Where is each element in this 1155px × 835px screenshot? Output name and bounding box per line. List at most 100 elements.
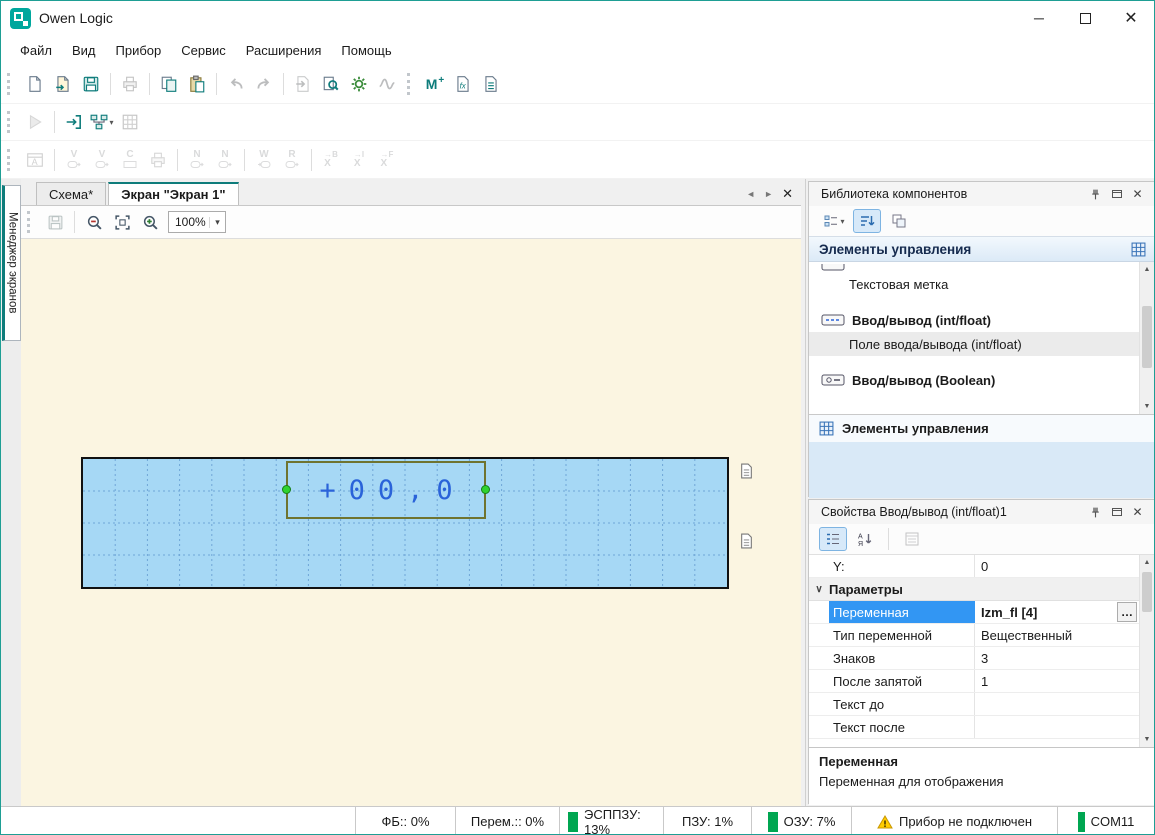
library-item-text-label[interactable]: Текстовая метка [809,272,1154,296]
scrollbar-thumb[interactable] [1142,306,1152,368]
close-button[interactable]: ✕ [1108,1,1154,35]
scroll-up-icon[interactable]: ▲ [1140,555,1154,570]
toolbar-grip[interactable] [7,149,16,171]
menu-view[interactable]: Вид [63,39,105,62]
undo-button[interactable] [222,70,250,98]
library-close-button[interactable]: ✕ [1127,185,1148,203]
property-row-variable[interactable]: Переменная Izm_fl [4] … [809,601,1154,624]
window-position-button[interactable] [1106,503,1127,521]
insert-combo-button[interactable]: C [116,146,144,174]
property-row-text-after[interactable]: Текст после [809,716,1154,739]
insert-n1-button[interactable]: N [183,146,211,174]
maximize-button[interactable] [1062,1,1108,35]
property-value[interactable]: Izm_fl [4] … [975,601,1154,623]
library-item-field-int-float[interactable]: Поле ввода/вывода (int/float) [809,332,1154,356]
menu-device[interactable]: Прибор [107,39,171,62]
category-chevron-icon[interactable]: ∨ [809,584,829,595]
save-screen-button[interactable] [41,208,69,236]
properties-close-button[interactable]: ✕ [1127,503,1148,521]
insert-write-var-button[interactable]: W [250,146,278,174]
property-row-text-before[interactable]: Текст до [809,693,1154,716]
property-value[interactable]: Вещественный [975,624,1154,646]
status-com-port[interactable]: COM11 [1057,807,1154,835]
screen-canvas[interactable]: +00,0 [21,239,801,806]
open-document-button[interactable] [49,70,77,98]
new-document-button[interactable] [21,70,49,98]
sort-descending-button[interactable] [853,209,881,233]
property-row-digits[interactable]: Знаков 3 [809,647,1154,670]
scroll-up-icon[interactable]: ▲ [1140,262,1154,277]
print-button[interactable] [116,70,144,98]
toolbar-grip[interactable] [7,111,16,133]
variable-picker-button[interactable]: … [1117,602,1137,622]
toolbar-grip[interactable] [7,73,16,95]
library-footer-category[interactable]: Элементы управления [809,414,1154,442]
insert-n2-button[interactable]: N [211,146,239,174]
library-manager-button[interactable] [477,70,505,98]
status-device-connection[interactable]: Прибор не подключен [851,807,1057,835]
property-value[interactable] [975,716,1154,738]
network-settings-button[interactable]: ▾ [88,108,116,136]
minimize-button[interactable]: ─ [1016,1,1062,35]
category-grid-icon[interactable] [1131,242,1146,257]
run-simulation-button[interactable] [21,108,49,136]
menu-file[interactable]: Файл [11,39,61,62]
menu-service[interactable]: Сервис [172,39,235,62]
library-group-io-int-float[interactable]: Ввод/вывод (int/float) [809,308,1154,332]
categorized-view-button[interactable] [819,527,847,551]
device-display[interactable]: +00,0 [81,457,729,589]
io-int-float-element[interactable]: +00,0 [286,461,486,519]
menu-extensions[interactable]: Расширения [237,39,331,62]
device-monitor-button[interactable] [373,70,401,98]
upload-to-device-button[interactable] [289,70,317,98]
macro-button[interactable]: M+ [421,70,449,98]
alphabetical-sort-button[interactable]: АЯ [851,527,879,551]
resize-handle-left[interactable] [282,485,291,494]
zoom-select[interactable]: 100% ▾ [168,211,226,233]
toolbar-grip[interactable] [27,211,36,233]
screen-manager-tab[interactable]: Менеджер экранов [2,185,21,341]
window-position-button[interactable] [1106,185,1127,203]
pin-button[interactable] [1085,185,1106,203]
insert-io-int-button[interactable]: V [60,146,88,174]
property-category-params[interactable]: ∨ Параметры [809,578,1154,601]
library-group-io-boolean[interactable]: Ввод/вывод (Boolean) [809,368,1154,392]
insert-stack-button[interactable] [144,146,172,174]
group-by-button[interactable]: ▾ [819,209,849,233]
property-row-decimals[interactable]: После запятой 1 [809,670,1154,693]
zoom-out-button[interactable] [80,208,108,236]
property-value[interactable]: 0 [975,555,1154,577]
menu-help[interactable]: Помощь [332,39,400,62]
library-scrollbar[interactable]: ▲ ▼ [1139,262,1154,414]
scroll-down-icon[interactable]: ▼ [1140,399,1154,414]
property-value[interactable]: 3 [975,647,1154,669]
property-value[interactable]: 1 [975,670,1154,692]
copy-button[interactable] [155,70,183,98]
function-editor-button[interactable]: fx [449,70,477,98]
paste-button[interactable] [183,70,211,98]
save-button[interactable] [77,70,105,98]
resize-handle-right[interactable] [481,485,490,494]
device-settings-button[interactable] [345,70,373,98]
property-row-y[interactable]: Y: 0 [809,555,1154,578]
property-pages-button[interactable] [898,525,926,553]
pin-button[interactable] [1085,503,1106,521]
fit-to-screen-button[interactable] [108,208,136,236]
scroll-down-icon[interactable]: ▼ [1140,732,1154,747]
property-row-var-type[interactable]: Тип переменной Вещественный [809,624,1154,647]
simulator-keypad-button[interactable] [116,108,144,136]
tab-next-icon[interactable]: ► [764,189,773,199]
tab-close-icon[interactable]: ✕ [782,186,793,202]
collapse-all-button[interactable] [885,209,913,233]
property-value[interactable] [975,693,1154,715]
convert-to-int-button[interactable]: →IX [345,146,373,174]
screen-row2-script-button[interactable] [737,531,755,551]
connect-device-button[interactable] [60,108,88,136]
insert-read-var-button[interactable]: R [278,146,306,174]
convert-to-bool-button[interactable]: →BX [317,146,345,174]
toolbar-grip[interactable] [407,73,416,95]
zoom-in-button[interactable] [136,208,164,236]
tab-schema[interactable]: Схема* [36,182,106,205]
insert-text-label-button[interactable]: A [21,146,49,174]
screen-row1-script-button[interactable] [737,461,755,481]
